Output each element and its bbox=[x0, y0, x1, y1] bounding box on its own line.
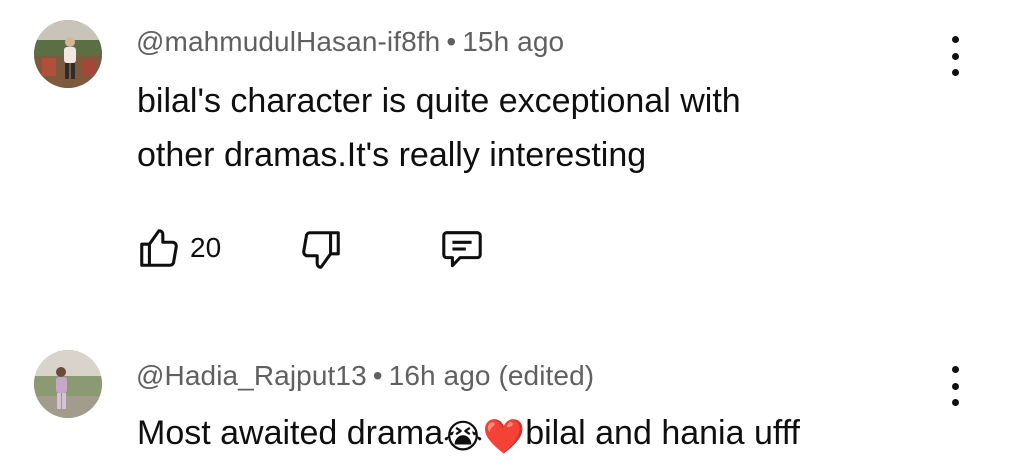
comment-item: @mahmudulHasan-if8fh • 15h ago bilal's cha… bbox=[0, 0, 1024, 300]
dislike-button[interactable] bbox=[298, 226, 344, 274]
meta-separator: • bbox=[372, 360, 383, 391]
crying-face-emoji: 😭 bbox=[443, 418, 483, 456]
comment-text-end: bilal and hania ufff bbox=[525, 414, 800, 452]
comment-meta: @mahmudulHasan-if8fh • 15h ago bbox=[136, 26, 564, 58]
comment-text: Most awaited drama😭❤️bilal and hania uff… bbox=[137, 406, 800, 464]
comment-text: bilal's character is quite exceptional w… bbox=[137, 74, 741, 182]
avatar-photo-icon bbox=[34, 20, 102, 88]
more-vert-icon bbox=[951, 366, 959, 373]
like-count: 20 bbox=[190, 232, 222, 263]
comment-author[interactable]: @Hadia_Rajput13 bbox=[136, 360, 367, 391]
avatar[interactable] bbox=[34, 20, 102, 88]
meta-separator: • bbox=[446, 26, 457, 57]
red-heart-emoji: ❤️ bbox=[482, 418, 526, 456]
reply-button[interactable] bbox=[438, 226, 486, 272]
comment-time[interactable]: 16h ago (edited) bbox=[389, 360, 595, 391]
comment-text-line: other dramas.It's really interesting bbox=[137, 136, 647, 174]
comment-meta: @Hadia_Rajput13 • 16h ago (edited) bbox=[136, 360, 594, 392]
comment-text-line: bilal's character is quite exceptional w… bbox=[137, 82, 741, 120]
comment-menu-button[interactable] bbox=[943, 366, 967, 406]
comment-author[interactable]: @mahmudulHasan-if8fh bbox=[136, 26, 440, 57]
comment-item: @Hadia_Rajput13 • 16h ago (edited) Most aw… bbox=[0, 330, 1024, 468]
comment-time[interactable]: 15h ago bbox=[462, 26, 564, 57]
like-button[interactable]: 20 bbox=[136, 224, 221, 272]
comment-menu-button[interactable] bbox=[943, 36, 967, 76]
thumbs-up-icon bbox=[140, 229, 178, 267]
thumbs-down-icon bbox=[302, 231, 340, 269]
comment-text-start: Most awaited drama bbox=[137, 414, 444, 452]
more-vert-icon bbox=[951, 36, 959, 43]
avatar[interactable] bbox=[34, 350, 102, 418]
reply-comment-icon bbox=[442, 231, 482, 268]
avatar-photo-icon bbox=[34, 350, 102, 418]
